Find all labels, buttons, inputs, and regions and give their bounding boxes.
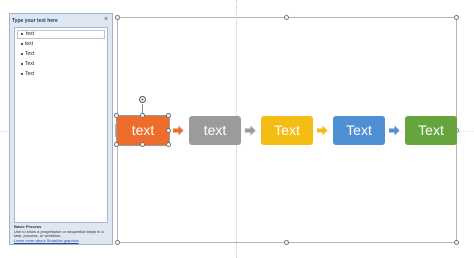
box-resize-handle-bottom-left[interactable] — [114, 142, 119, 147]
box-resize-handle-bottom[interactable] — [140, 142, 145, 147]
box-resize-handle-right[interactable] — [166, 128, 171, 133]
text-pane-title: Type your text here — [12, 18, 58, 24]
close-icon[interactable]: × — [102, 16, 110, 24]
frame-resize-handle-bottom-right[interactable] — [454, 240, 459, 245]
bullet-item-text: text — [25, 41, 34, 47]
process-box-5[interactable]: Text — [405, 116, 457, 145]
process-box-1[interactable]: text — [116, 115, 170, 146]
bullet-item-text: Text — [25, 61, 35, 67]
bullet-icon — [21, 33, 23, 35]
box-resize-handle-top[interactable] — [140, 113, 145, 118]
bullet-item-1[interactable]: text — [17, 30, 105, 39]
bullet-item-text: Text — [25, 71, 35, 77]
bullet-icon — [21, 53, 23, 55]
arrow-right-icon — [389, 125, 400, 136]
bullet-item-2[interactable]: text — [17, 40, 105, 49]
smartart-text-pane: Type your text here × text text Text Tex… — [9, 13, 113, 245]
rotate-handle-icon[interactable] — [138, 95, 147, 104]
bullet-item-4[interactable]: Text — [17, 60, 105, 69]
frame-resize-handle-bottom-left[interactable] — [115, 240, 120, 245]
process-box-3[interactable]: Text — [261, 116, 313, 145]
process-box-2[interactable]: text — [189, 116, 241, 145]
arrow-right-icon — [317, 125, 328, 136]
arrow-right-icon — [245, 125, 256, 136]
box-resize-handle-bottom-right[interactable] — [166, 142, 171, 147]
bullet-icon — [21, 73, 23, 75]
text-pane-footer: Basic Process Use to show a progression … — [14, 224, 108, 244]
bullet-item-text: text — [26, 31, 35, 37]
bullet-item-5[interactable]: Text — [17, 70, 105, 79]
box-resize-handle-top-right[interactable] — [166, 113, 171, 118]
frame-resize-handle-top-left[interactable] — [115, 15, 120, 20]
bullet-icon — [21, 63, 23, 65]
bullet-item-text: Text — [25, 51, 35, 57]
bullet-icon — [21, 43, 23, 45]
process-box-4[interactable]: Text — [333, 116, 385, 145]
text-pane-bullet-list: text text Text Text Text — [14, 27, 108, 223]
frame-resize-handle-top-right[interactable] — [454, 15, 459, 20]
learn-more-link[interactable]: Learn more about SmartArt graphics — [14, 238, 108, 244]
box-resize-handle-top-left[interactable] — [114, 113, 119, 118]
frame-resize-handle-top[interactable] — [284, 15, 289, 20]
frame-resize-handle-bottom[interactable] — [284, 240, 289, 245]
bullet-item-3[interactable]: Text — [17, 50, 105, 59]
arrow-right-icon — [173, 125, 184, 136]
